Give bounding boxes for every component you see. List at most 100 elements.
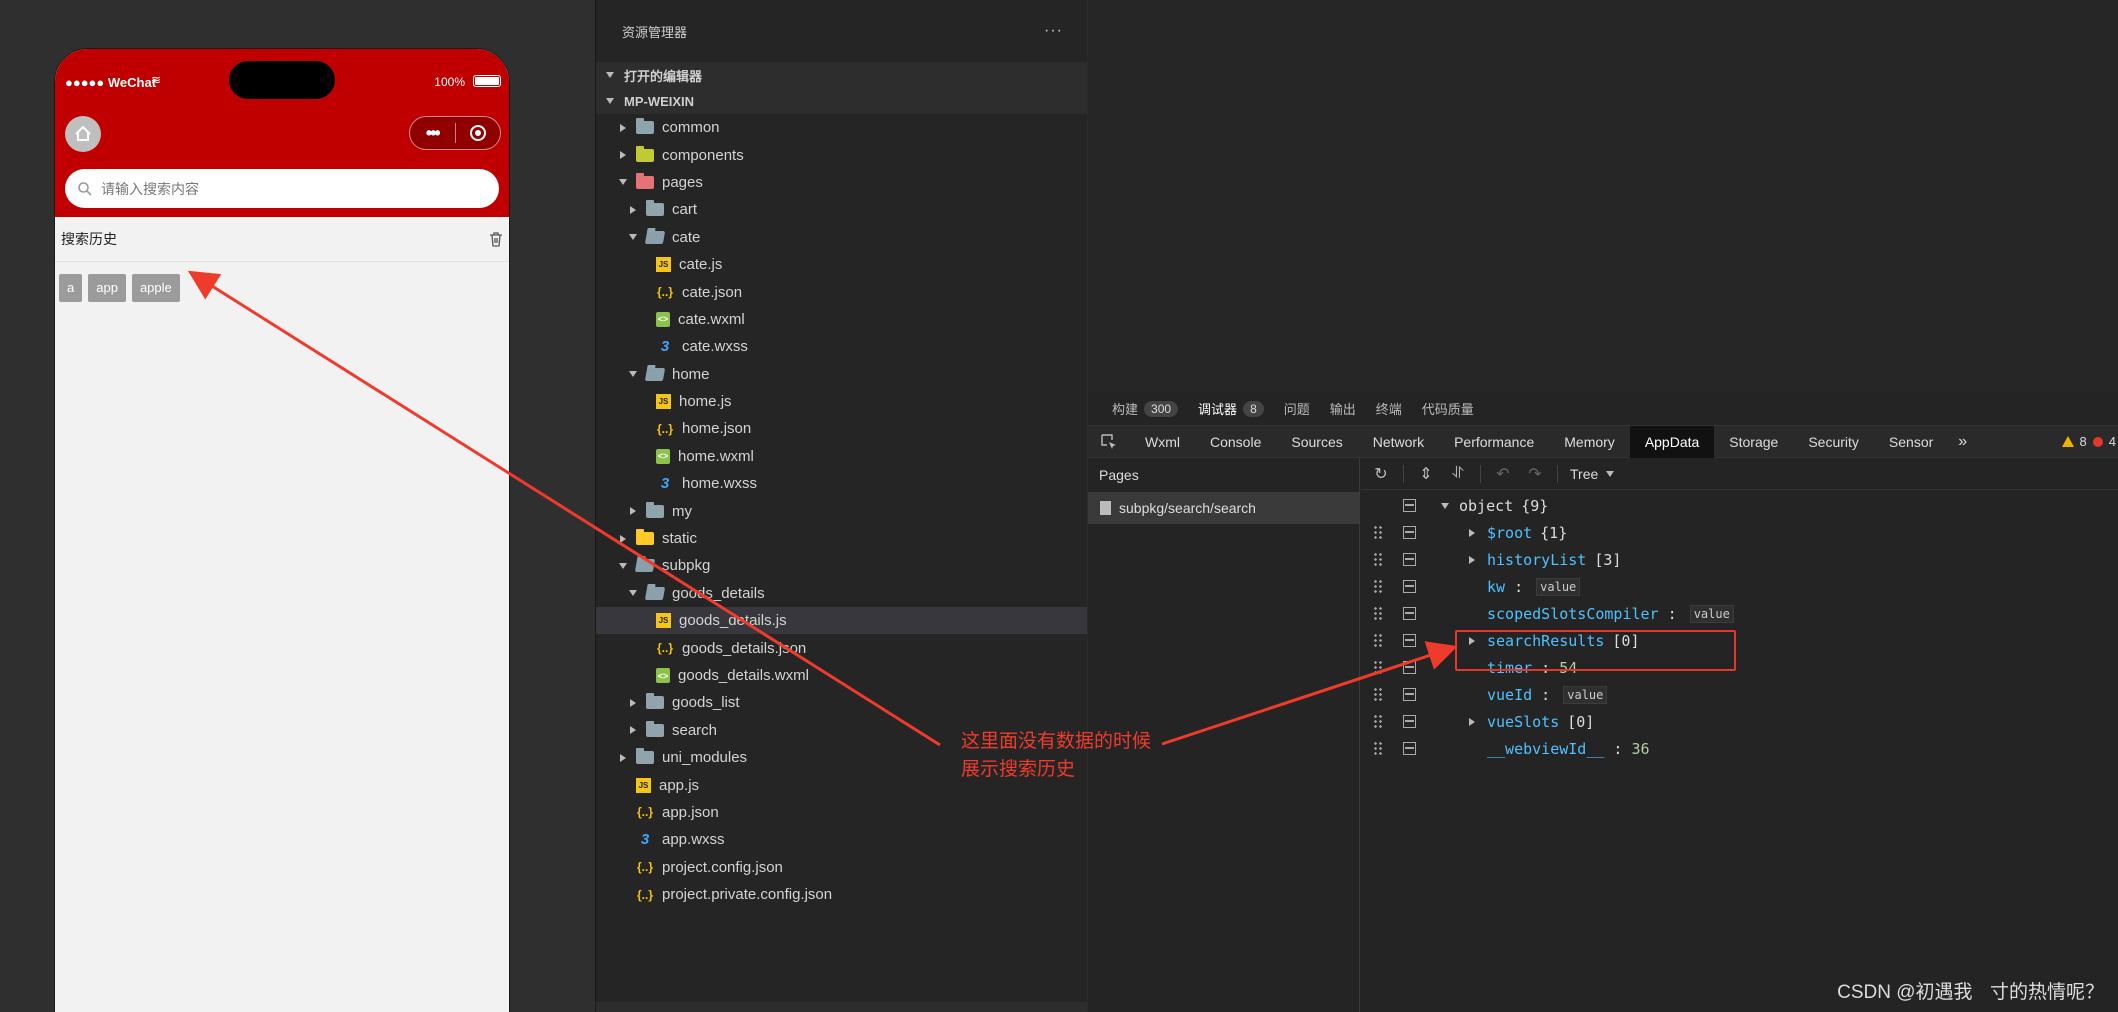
appdata-value-chip[interactable]: value — [1563, 685, 1608, 704]
inspect-element-icon[interactable] — [1088, 433, 1130, 450]
collapse-all-icon[interactable]: ⥯ — [1448, 465, 1468, 483]
tree-file[interactable]: {..} goods_details.json — [596, 634, 1087, 661]
more-actions-icon[interactable]: ··· — [1044, 22, 1063, 40]
appdata-entry: vueId : value — [1487, 685, 1608, 704]
more-tabs-icon[interactable]: » — [1948, 433, 1977, 451]
panel-tab-storage[interactable]: Storage — [1714, 426, 1793, 458]
drag-handle-icon[interactable] — [1373, 524, 1383, 541]
appdata-row[interactable]: historyList [3] — [1361, 546, 2118, 573]
tree-file[interactable]: 3 home.wxss — [596, 470, 1087, 497]
search-input[interactable] — [101, 180, 461, 197]
appdata-value-chip[interactable]: value — [1536, 577, 1581, 596]
tree-folder[interactable]: static — [596, 525, 1087, 552]
panel-tab-wxml[interactable]: Wxml — [1130, 426, 1195, 458]
appdata-value[interactable]: 36 — [1632, 740, 1650, 758]
panel-tab-performance[interactable]: Performance — [1439, 426, 1549, 458]
tree-folder[interactable]: components — [596, 141, 1087, 168]
drag-handle-icon[interactable] — [1373, 686, 1383, 703]
search-bar[interactable] — [65, 169, 499, 208]
panel-tab-sources[interactable]: Sources — [1276, 426, 1357, 458]
tree-file[interactable]: <> home.wxml — [596, 443, 1087, 470]
panel-tab-network[interactable]: Network — [1358, 426, 1439, 458]
devtools-top-tab[interactable]: 问题 — [1284, 399, 1310, 418]
appdata-row[interactable]: __webviewId__ : 36 — [1361, 735, 2118, 762]
tree-folder[interactable]: pages — [596, 169, 1087, 196]
tree-file[interactable]: <> goods_details.wxml — [596, 662, 1087, 689]
appdata-row[interactable]: vueId : value — [1361, 681, 2118, 708]
devtools-top-tab[interactable]: 调试器 8 — [1198, 399, 1264, 418]
tree-folder[interactable]: common — [596, 114, 1087, 141]
page-item[interactable]: subpkg/search/search — [1088, 492, 1359, 524]
drag-handle-icon[interactable] — [1373, 578, 1383, 595]
tree-file[interactable]: JS home.js — [596, 388, 1087, 415]
history-tag[interactable]: apple — [131, 274, 180, 302]
tree-file[interactable]: {..} home.json — [596, 415, 1087, 442]
tree-file[interactable]: 3 app.wxss — [596, 826, 1087, 853]
drag-handle-icon[interactable] — [1373, 713, 1383, 730]
tree-file[interactable]: {..} app.json — [596, 799, 1087, 826]
tree-file[interactable]: <> cate.wxml — [596, 306, 1087, 333]
row-checkbox[interactable] — [1403, 661, 1416, 674]
drag-handle-icon[interactable] — [1373, 632, 1383, 649]
tree-folder[interactable]: cart — [596, 196, 1087, 223]
close-miniprogram-icon[interactable] — [455, 124, 500, 142]
devtools-top-tab[interactable]: 构建 300 — [1112, 399, 1179, 418]
tree-file[interactable]: JS cate.js — [596, 251, 1087, 278]
redo-icon[interactable]: ↷ — [1525, 464, 1545, 484]
panel-tab-appdata[interactable]: AppData — [1629, 425, 1715, 458]
refresh-icon[interactable]: ↻ — [1371, 464, 1391, 484]
tree-file[interactable]: JS goods_details.js — [596, 607, 1087, 635]
history-tag[interactable]: app — [88, 274, 126, 302]
appdata-row[interactable]: $root {1} — [1361, 519, 2118, 546]
devtools-top-tab[interactable]: 输出 — [1330, 399, 1356, 418]
devtools-top-tab[interactable]: 代码质量 — [1422, 399, 1474, 418]
row-checkbox[interactable] — [1403, 688, 1416, 701]
view-mode-select[interactable]: Tree — [1570, 466, 1615, 482]
tree-file[interactable]: {..} project.private.config.json — [596, 881, 1087, 908]
panel-tab-security[interactable]: Security — [1793, 426, 1874, 458]
row-checkbox[interactable] — [1403, 634, 1416, 647]
tree-file[interactable]: {..} cate.json — [596, 278, 1087, 305]
tree-folder[interactable]: home — [596, 361, 1087, 388]
history-tag[interactable]: a — [59, 274, 83, 302]
more-menu-icon[interactable]: ••• — [410, 118, 455, 148]
row-checkbox[interactable] — [1403, 715, 1416, 728]
trash-icon[interactable] — [489, 231, 503, 247]
tree-folder[interactable]: my — [596, 497, 1087, 524]
tree-folder[interactable]: cate — [596, 224, 1087, 251]
tree-file[interactable]: {..} project.config.json — [596, 854, 1087, 881]
home-icon[interactable] — [65, 116, 101, 152]
row-checkbox[interactable] — [1403, 526, 1416, 539]
chevron-right-icon[interactable] — [1469, 717, 1475, 726]
drag-handle-icon[interactable] — [1373, 551, 1383, 568]
appdata-row[interactable]: scopedSlotsCompiler : value — [1361, 600, 2118, 627]
chevron-right-icon[interactable] — [1469, 555, 1475, 564]
expand-all-icon[interactable]: ⇕ — [1416, 464, 1436, 484]
appdata-row[interactable]: kw : value — [1361, 573, 2118, 600]
open-editors-section[interactable]: 打开的编辑器 — [596, 62, 1087, 88]
devtools-top-tab[interactable]: 终端 — [1376, 399, 1402, 418]
row-checkbox[interactable] — [1403, 553, 1416, 566]
appdata-row[interactable]: object {9} — [1361, 492, 2118, 519]
row-checkbox[interactable] — [1403, 499, 1416, 512]
drag-handle-icon[interactable] — [1373, 740, 1383, 757]
issue-counter[interactable]: 8 4 — [2061, 434, 2116, 449]
row-checkbox[interactable] — [1403, 742, 1416, 755]
tree-folder[interactable]: goods_list — [596, 689, 1087, 716]
undo-icon[interactable]: ↶ — [1493, 464, 1513, 484]
tree-folder[interactable]: goods_details — [596, 580, 1087, 607]
row-checkbox[interactable] — [1403, 580, 1416, 593]
drag-handle-icon[interactable] — [1373, 659, 1383, 676]
panel-tab-memory[interactable]: Memory — [1549, 426, 1630, 458]
panel-tab-sensor[interactable]: Sensor — [1874, 426, 1948, 458]
appdata-row[interactable]: vueSlots [0] — [1361, 708, 2118, 735]
panel-tab-console[interactable]: Console — [1195, 426, 1276, 458]
tree-file[interactable]: 3 cate.wxss — [596, 333, 1087, 360]
chevron-down-icon[interactable] — [1441, 502, 1449, 509]
drag-handle-icon[interactable] — [1373, 605, 1383, 622]
row-checkbox[interactable] — [1403, 607, 1416, 620]
project-section[interactable]: MP-WEIXIN — [596, 88, 1087, 114]
tree-folder[interactable]: subpkg — [596, 552, 1087, 579]
chevron-right-icon[interactable] — [1469, 528, 1475, 537]
appdata-value-chip[interactable]: value — [1689, 604, 1734, 623]
